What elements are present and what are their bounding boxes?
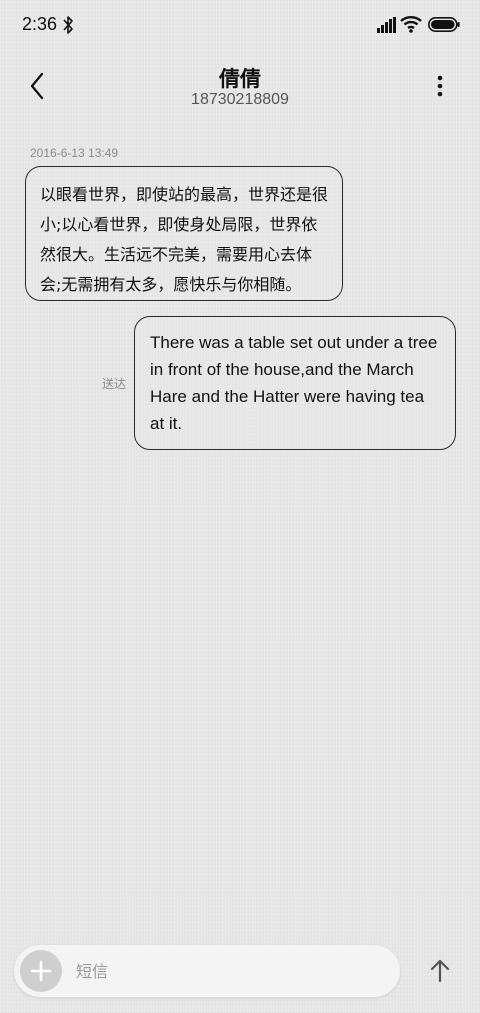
more-vertical-icon	[437, 75, 443, 97]
contact-number: 18730218809	[191, 91, 289, 108]
send-button[interactable]	[424, 954, 456, 988]
signal-icon	[377, 17, 396, 33]
message-line: There was a table set out under a tree	[150, 333, 438, 352]
message-timestamp: 2016-6-13 13:49	[30, 146, 119, 160]
status-bar: 2:36	[0, 0, 480, 52]
add-attachment-button[interactable]	[20, 950, 62, 992]
more-options-button[interactable]	[426, 70, 454, 102]
arrow-up-icon	[430, 959, 450, 983]
message-input[interactable]	[76, 953, 376, 989]
message-line: Hare and the Hatter were having tea	[150, 387, 425, 406]
status-time: 2:36	[22, 14, 58, 34]
sent-message-bubble[interactable]: There was a table set out under a tree i…	[134, 316, 456, 450]
battery-icon	[428, 17, 460, 32]
message-line: 然很大。生活远不完美，需要用心去体	[40, 245, 313, 264]
message-line: 小;以心看世界，即使身处局限，世界依	[40, 215, 318, 234]
bluetooth-icon	[63, 16, 73, 34]
message-composer	[14, 945, 400, 997]
contact-name: 倩倩	[219, 67, 261, 91]
received-message-bubble[interactable]: 以眼看世界，即使站的最高，世界还是很 小;以心看世界，即使身处局限，世界依 然很…	[25, 166, 343, 301]
delivery-status: 送达	[102, 377, 127, 391]
plus-icon	[30, 960, 52, 982]
wifi-icon	[400, 16, 422, 33]
message-line: 以眼看世界，即使站的最高，世界还是很	[40, 185, 329, 204]
message-line: at it.	[150, 414, 183, 433]
message-line: in front of the house,and the March	[150, 360, 414, 379]
message-line: 会;无需拥有太多，愿快乐与你相随。	[40, 275, 302, 294]
